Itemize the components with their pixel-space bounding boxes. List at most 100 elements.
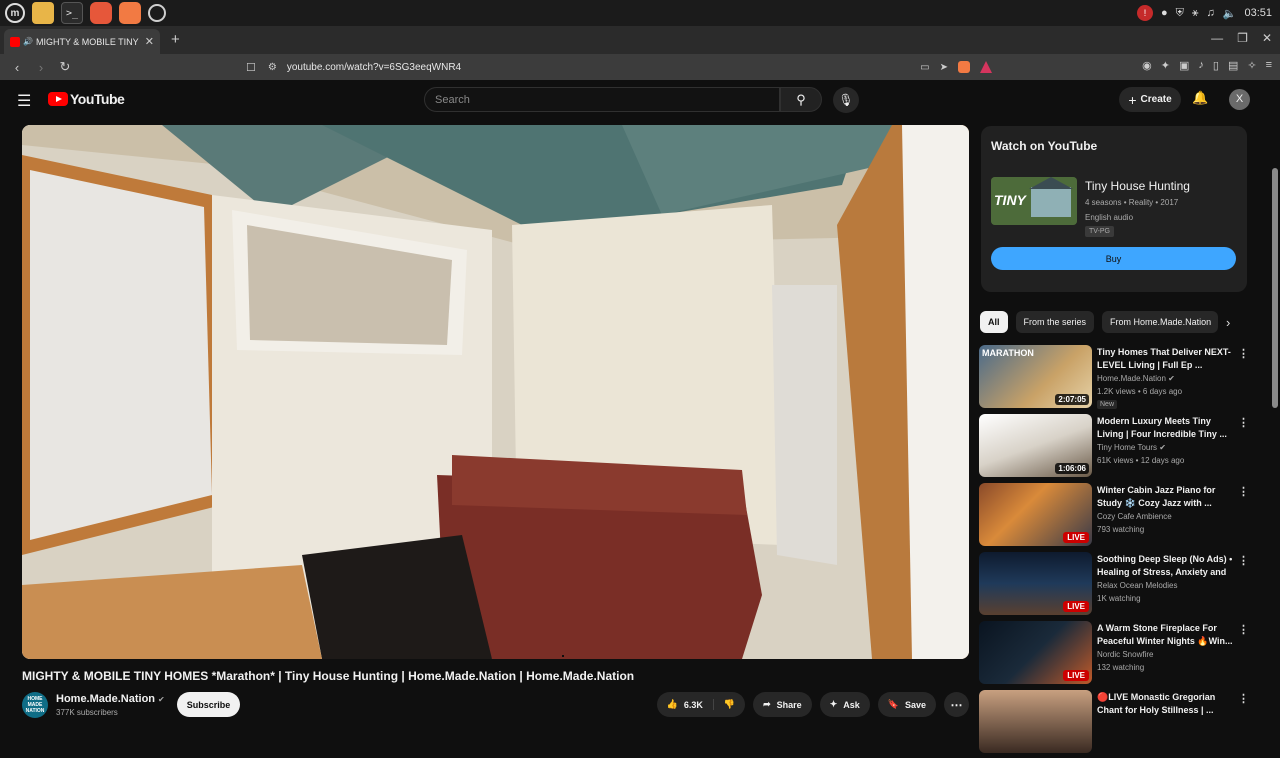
buy-button[interactable]: Buy xyxy=(991,247,1236,270)
show-title[interactable]: Tiny House Hunting xyxy=(1085,179,1190,193)
extensions-bar: ◉ ✦ ▣ ♪ ▯ ▤ ✧ ≡ xyxy=(1142,59,1272,72)
show-thumbnail-art: TINY xyxy=(991,177,1077,225)
update-manager-icon[interactable]: ! xyxy=(1137,5,1153,21)
rec-title[interactable]: Winter Cabin Jazz Piano for Study ❄️ Coz… xyxy=(1097,484,1233,510)
search-input[interactable]: Search xyxy=(424,87,780,112)
hamburger-menu-icon[interactable]: ☰ xyxy=(17,91,31,111)
back-icon[interactable]: ‹ xyxy=(10,60,24,75)
video-thumbnail[interactable]: MARATHON 2:07:05 xyxy=(979,345,1092,408)
vpn-icon[interactable]: ● xyxy=(1161,7,1168,19)
rec-title[interactable]: Soothing Deep Sleep (No Ads) • Healing o… xyxy=(1097,553,1233,579)
leo-icon[interactable]: ✧ xyxy=(1247,59,1256,72)
screenshot-icon[interactable]: ▣ xyxy=(1179,59,1189,72)
kebab-menu-icon[interactable]: ⋮ xyxy=(1238,416,1249,429)
browser-menu-icon[interactable]: ≡ xyxy=(1266,59,1272,72)
account-avatar[interactable]: X xyxy=(1229,89,1250,110)
files-icon[interactable] xyxy=(32,2,54,24)
video-player[interactable] xyxy=(22,125,969,659)
show-thumbnail[interactable]: TINY xyxy=(991,177,1077,225)
channel-name-text[interactable]: Home.Made.Nation xyxy=(56,693,155,705)
reload-icon[interactable]: ↻ xyxy=(58,59,72,75)
chevron-right-icon[interactable]: › xyxy=(1226,315,1230,330)
video-thumbnail[interactable]: LIVE xyxy=(979,483,1092,546)
notifications-bell-icon[interactable]: 🔔 xyxy=(1192,90,1208,106)
channel-name[interactable]: Home.Made.Nation ✔ xyxy=(56,693,165,705)
new-tab-icon[interactable]: + xyxy=(171,31,180,48)
page-scrollbar[interactable] xyxy=(1272,168,1278,408)
send-icon[interactable]: ➤ xyxy=(940,62,948,73)
volume-icon[interactable]: 🔈 xyxy=(1223,7,1237,20)
shield-icon[interactable]: ⛨ xyxy=(1176,7,1184,20)
rec-title[interactable]: 🔴LIVE Monastic Gregorian Chant for Holy … xyxy=(1097,691,1233,717)
kebab-menu-icon[interactable]: ⋮ xyxy=(1238,554,1249,567)
save-label: Save xyxy=(904,699,926,710)
minimize-icon[interactable]: — xyxy=(1211,31,1223,45)
rec-channel: Cozy Cafe Ambience xyxy=(1097,512,1172,521)
sparkle-icon: ✦ xyxy=(829,699,838,709)
list-item[interactable]: LIVE Winter Cabin Jazz Piano for Study ❄… xyxy=(979,482,1249,551)
kebab-menu-icon[interactable]: ⋮ xyxy=(1238,485,1249,498)
video-thumbnail[interactable] xyxy=(979,690,1092,753)
chip-from-series[interactable]: From the series xyxy=(1015,311,1095,333)
dislike-button[interactable]: 👎 xyxy=(714,699,745,710)
plus-icon: + xyxy=(1128,91,1137,108)
save-button[interactable]: 🔖 Save xyxy=(877,692,936,717)
search-button[interactable]: ⚲ xyxy=(780,87,822,112)
puzzle-icon[interactable]: ✦ xyxy=(1161,59,1170,72)
rec-title[interactable]: A Warm Stone Fireplace For Peaceful Wint… xyxy=(1097,622,1233,648)
voice-search-button[interactable]: 🎙 xyxy=(833,87,859,113)
channel-avatar[interactable]: HOME MADE NATION xyxy=(22,692,48,718)
search-icon: ⚲ xyxy=(796,91,806,107)
url-text[interactable]: youtube.com/watch?v=6SG3eeqWNR4 xyxy=(287,62,461,73)
youtube-logo[interactable]: YouTube xyxy=(48,91,125,107)
video-thumbnail[interactable]: LIVE xyxy=(979,552,1092,615)
media-icon[interactable]: ♪ xyxy=(1198,59,1204,72)
music-icon[interactable]: ♫ xyxy=(1207,7,1215,19)
list-item[interactable]: 1:06:06 Modern Luxury Meets Tiny Living … xyxy=(979,413,1249,482)
list-item[interactable]: LIVE Soothing Deep Sleep (No Ads) • Heal… xyxy=(979,551,1249,620)
list-item[interactable]: MARATHON 2:07:05 Tiny Homes That Deliver… xyxy=(979,344,1249,413)
speaker-icon[interactable]: 🔊 xyxy=(23,37,33,46)
more-actions-icon[interactable]: ⋯ xyxy=(944,692,969,717)
list-item[interactable]: 🔴LIVE Monastic Gregorian Chant for Holy … xyxy=(979,689,1249,758)
browser-tab[interactable]: 🔊 MIGHTY & MOBILE TINY HO ✕ xyxy=(4,29,160,54)
like-button[interactable]: 👍 6.3K xyxy=(657,699,714,710)
video-thumbnail[interactable]: 1:06:06 xyxy=(979,414,1092,477)
mint-menu-icon[interactable]: m xyxy=(5,3,25,23)
site-info-icon[interactable]: ⚙ xyxy=(268,62,277,73)
video-thumbnail[interactable]: LIVE xyxy=(979,621,1092,684)
chrome-icon[interactable] xyxy=(148,4,166,22)
kebab-menu-icon[interactable]: ⋮ xyxy=(1238,623,1249,636)
wallet-icon[interactable]: ▤ xyxy=(1228,59,1238,72)
firefox-icon[interactable] xyxy=(90,2,112,24)
address-bar[interactable]: ☐ ⚙ youtube.com/watch?v=6SG3eeqWNR4 ▭ ➤ xyxy=(246,57,992,77)
close-tab-icon[interactable]: ✕ xyxy=(145,35,154,48)
chip-all[interactable]: All xyxy=(980,311,1008,333)
chip-from-channel[interactable]: From Home.Made.Nation xyxy=(1102,311,1219,333)
kebab-menu-icon[interactable]: ⋮ xyxy=(1238,347,1249,360)
clock[interactable]: 03:51 xyxy=(1244,7,1272,19)
cast-icon[interactable]: ▭ xyxy=(920,62,929,73)
rec-title[interactable]: Tiny Homes That Deliver NEXT-LEVEL Livin… xyxy=(1097,346,1233,372)
kebab-menu-icon[interactable]: ⋮ xyxy=(1238,692,1249,705)
share-button[interactable]: ➦ Share xyxy=(753,692,812,717)
brave-icon[interactable] xyxy=(119,2,141,24)
list-item[interactable]: LIVE A Warm Stone Fireplace For Peaceful… xyxy=(979,620,1249,689)
bookmark-icon[interactable]: ☐ xyxy=(246,61,256,74)
brave-shields-icon[interactable] xyxy=(958,61,970,73)
close-window-icon[interactable]: ✕ xyxy=(1262,31,1272,45)
extension-icon[interactable]: ◉ xyxy=(1142,59,1152,72)
live-badge: LIVE xyxy=(1063,532,1089,543)
verified-icon: ✔ xyxy=(158,695,165,704)
brave-rewards-icon[interactable] xyxy=(980,61,992,73)
sidebar-icon[interactable]: ▯ xyxy=(1213,59,1219,72)
rec-title[interactable]: Modern Luxury Meets Tiny Living | Four I… xyxy=(1097,415,1233,441)
maximize-icon[interactable]: ❐ xyxy=(1237,31,1248,45)
youtube-logo-text: YouTube xyxy=(70,91,125,107)
terminal-icon[interactable]: >_ xyxy=(61,2,83,24)
subscribe-button[interactable]: Subscribe xyxy=(177,692,240,717)
ask-button[interactable]: ✦ Ask xyxy=(819,692,870,717)
forward-icon[interactable]: › xyxy=(34,60,48,75)
create-button[interactable]: + Create xyxy=(1119,87,1181,112)
network-icon[interactable]: ⚹ xyxy=(1192,7,1199,20)
